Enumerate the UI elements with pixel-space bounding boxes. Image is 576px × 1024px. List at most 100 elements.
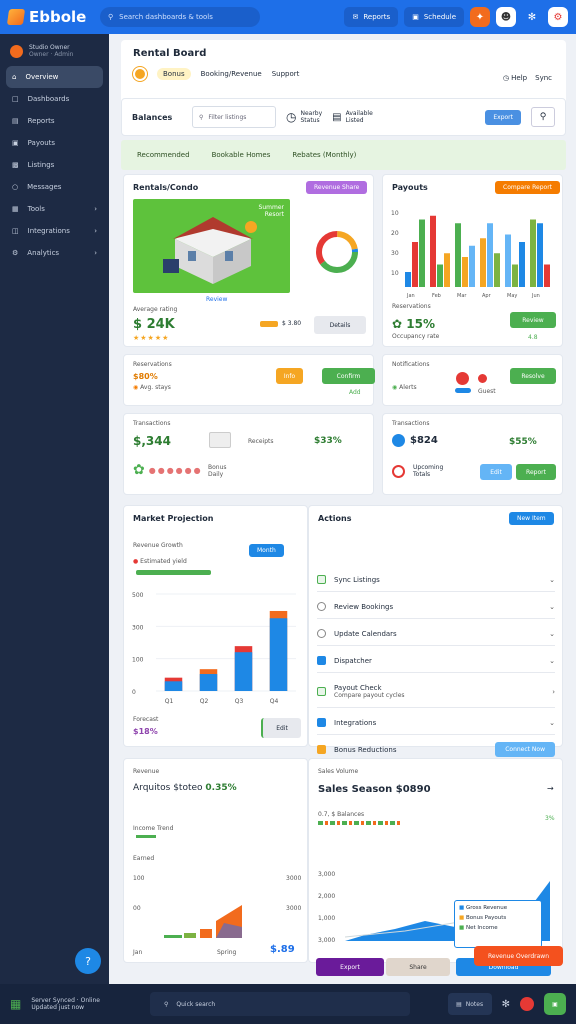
chip-homes[interactable]: Bookable Homes xyxy=(208,148,275,162)
alert-box-icon[interactable] xyxy=(317,745,326,754)
chip-bar: Recommended Bookable Homes Rebates (Mont… xyxy=(121,140,566,170)
sidebar-item-messages[interactable]: ○ Messages xyxy=(6,176,103,198)
chip-rebates[interactable]: Rebates (Monthly) xyxy=(288,148,360,162)
income-trend-label: Income Trend xyxy=(133,825,174,832)
app-logo[interactable]: Ebbole xyxy=(6,8,100,26)
schedule-button[interactable]: ▣ Schedule xyxy=(404,7,464,27)
alert-dot-icon[interactable] xyxy=(520,997,534,1011)
action-row[interactable]: Sync Listings ⌄ xyxy=(317,568,555,592)
bookmark-icon[interactable]: ▣ xyxy=(544,993,566,1015)
check-box-icon[interactable] xyxy=(317,687,326,696)
chart-icon: ▦ xyxy=(10,997,22,1011)
toggle-icon[interactable] xyxy=(455,388,471,393)
quick-search[interactable]: ⚲ Quick search xyxy=(149,992,410,1016)
x-tick-label: Mar xyxy=(457,293,467,299)
check-box-icon[interactable] xyxy=(317,575,326,584)
help-link[interactable]: ◷ Help xyxy=(503,74,527,82)
action-row[interactable]: Review Bookings ⌄ xyxy=(317,595,555,619)
details-button[interactable]: Details xyxy=(314,316,366,334)
report-button[interactable]: Report xyxy=(516,464,556,480)
market-title: Market Projection xyxy=(133,514,214,523)
action-label: Payout Check xyxy=(334,684,382,692)
chevron-right-icon[interactable]: › xyxy=(552,688,555,696)
sidebar-user[interactable]: Studio Owner Owner · Admin xyxy=(0,42,109,66)
edit-forecast-button[interactable]: Edit xyxy=(261,718,301,738)
help-button[interactable]: ? xyxy=(75,948,101,974)
sidebar-item-tools[interactable]: ▦ Tools › xyxy=(6,198,103,220)
blue-box-icon[interactable] xyxy=(317,656,326,665)
new-item-button[interactable]: New Item xyxy=(509,512,554,525)
sidebar-item-listings[interactable]: ▩ Listings xyxy=(6,154,103,176)
radio-icon[interactable] xyxy=(317,629,326,638)
image-caption[interactable]: Review xyxy=(206,296,227,303)
action-row[interactable]: Payout Check Compare payout cycles › xyxy=(317,676,555,708)
search-button-icon[interactable]: ⚲ xyxy=(531,107,555,127)
export-button[interactable]: Export xyxy=(485,109,521,125)
sidebar-item-analytics[interactable]: ⚙ Analytics › xyxy=(6,242,103,264)
export-sales-button[interactable]: Export xyxy=(316,958,384,976)
sidebar-item-integrations[interactable]: ◫ Integrations › xyxy=(6,220,103,242)
sparkle-icon[interactable]: ✻ xyxy=(502,999,510,1010)
revenue-foot-value: $.89 xyxy=(270,944,295,955)
compare-report-tag[interactable]: Compare Report xyxy=(495,181,561,194)
sidebar-item-reports[interactable]: ▤ Reports xyxy=(6,110,103,132)
revenue-foot2: Spring xyxy=(217,949,237,956)
info-button[interactable]: Info xyxy=(276,368,303,384)
property-image: Summer Resort xyxy=(133,199,290,293)
legend-gross-label: Gross Revenue xyxy=(465,905,508,911)
y-tick-label: 500 xyxy=(132,592,144,599)
legend-dot: ■ xyxy=(459,925,465,931)
add-link[interactable]: Add xyxy=(349,389,361,396)
nearby-filter[interactable]: ◷ Nearby Status xyxy=(286,110,322,124)
bonus-label: Bonus xyxy=(208,464,227,471)
bar xyxy=(269,618,288,691)
sidebar-item-dashboards[interactable]: □ Dashboards xyxy=(6,88,103,110)
connect-now-button[interactable]: Connect Now xyxy=(495,742,555,757)
revenue-card: Revenue Arquitos $toteo 0.35% Income Tre… xyxy=(123,758,308,963)
notes-button[interactable]: ▤ Notes xyxy=(447,993,492,1015)
tab-support[interactable]: Support xyxy=(272,70,300,78)
chip-recommended[interactable]: Recommended xyxy=(133,148,194,162)
chevron-down-icon[interactable]: ⌄ xyxy=(549,603,555,611)
chevron-down-icon[interactable]: ⌄ xyxy=(549,630,555,638)
tab-booking[interactable]: Booking/Revenue xyxy=(201,70,262,78)
settings-icon[interactable]: ⚙ xyxy=(548,7,568,27)
blue-box-icon[interactable] xyxy=(317,718,326,727)
search-icon: ⚲ xyxy=(199,113,204,121)
legend-bonus-label: Bonus Payouts xyxy=(465,915,507,921)
sales-progress xyxy=(318,821,402,825)
resolve-button[interactable]: Resolve xyxy=(510,368,556,384)
revenue-share-tag[interactable]: Revenue Share xyxy=(306,181,368,194)
listing-search[interactable]: ⚲ Filter listings xyxy=(192,106,276,128)
chevron-down-icon[interactable]: ⌄ xyxy=(549,657,555,665)
sparkle-icon[interactable]: ✻ xyxy=(522,7,542,27)
action-row[interactable]: Integrations ⌄ xyxy=(317,711,555,735)
y-tick-label: 30 xyxy=(391,250,399,257)
confirm-button[interactable]: Confirm xyxy=(322,368,375,384)
chat-icon: ✉ xyxy=(352,13,359,21)
avatar[interactable]: ☻ xyxy=(496,7,516,27)
month-dropdown[interactable]: Month xyxy=(249,544,284,557)
global-search[interactable]: ⚲ Search dashboards & tools xyxy=(100,7,260,27)
sync-link[interactable]: Sync xyxy=(535,74,552,82)
chevron-down-icon[interactable]: ⌄ xyxy=(549,719,555,727)
chat-icon: ○ xyxy=(12,183,19,191)
edit-button[interactable]: Edit xyxy=(480,464,512,480)
action-row[interactable]: Update Calendars ⌄ xyxy=(317,622,555,646)
bonus-tab[interactable]: Bonus xyxy=(157,68,191,80)
reports-button[interactable]: ✉ Reports xyxy=(344,7,399,27)
review-button[interactable]: Review xyxy=(510,312,556,328)
legend-bonus: ■ Bonus Payouts xyxy=(459,915,537,921)
share-button[interactable]: Share xyxy=(386,958,450,976)
notification-icon[interactable]: ✦ xyxy=(470,7,490,27)
sidebar-item-payouts[interactable]: ▣ Payouts xyxy=(6,132,103,154)
actions-card: Actions New Item Sync Listings ⌄ Review Bo… xyxy=(308,505,563,762)
receipts-label: Receipts xyxy=(248,438,274,445)
radio-icon[interactable] xyxy=(317,602,326,611)
action-row[interactable]: Dispatcher ⌄ xyxy=(317,649,555,673)
chevron-down-icon[interactable]: ⌄ xyxy=(549,576,555,584)
available-filter[interactable]: ▤ Available Listed xyxy=(332,110,373,124)
arrow-icon[interactable]: → xyxy=(547,784,554,793)
sidebar-item-overview[interactable]: ⌂ Overview xyxy=(6,66,103,88)
overdrawn-alert[interactable]: Revenue Overdrawn xyxy=(474,946,563,966)
